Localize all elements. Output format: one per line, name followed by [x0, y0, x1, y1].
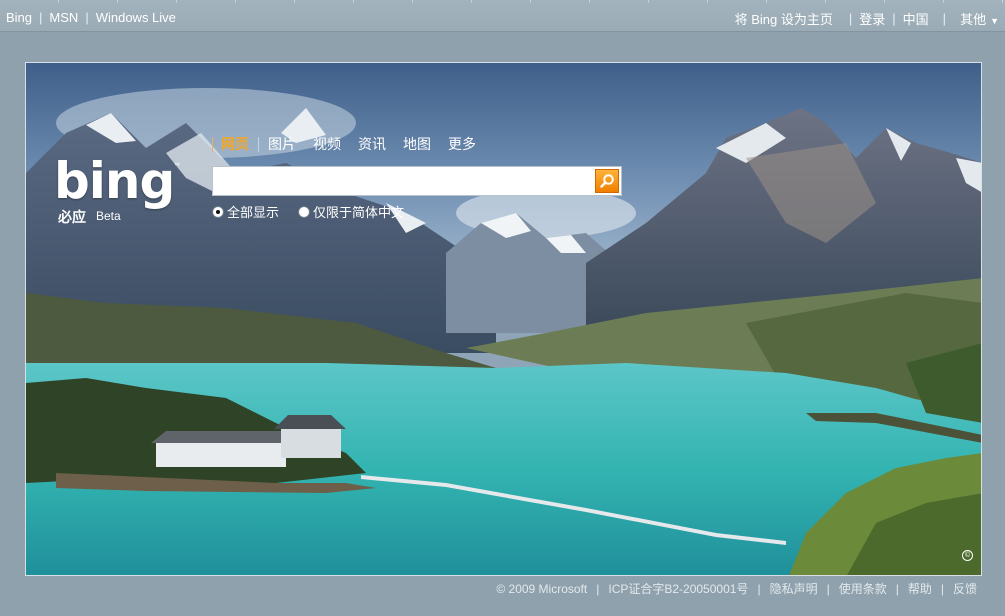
simplified-chinese-label: 仅限于简体中文	[313, 205, 405, 220]
site-links: Bing | MSN | Windows Live	[6, 10, 176, 25]
all-results-option[interactable]: 全部显示	[212, 202, 279, 221]
icp-license-link[interactable]: ICP证合字B2-20050001号	[608, 580, 748, 597]
more-menu[interactable]: 其他 ▼	[960, 9, 999, 28]
divider: |	[826, 581, 830, 596]
tab-videos[interactable]: 视频	[313, 134, 341, 154]
divider: |	[85, 10, 89, 25]
homepage-background-image: bing ™ 必应 Beta 网页 图片 视频 资讯 地图 更多 全部显示 仅限…	[25, 62, 982, 576]
divider	[258, 136, 259, 152]
tab-news[interactable]: 资讯	[358, 134, 386, 154]
divider: |	[942, 11, 947, 26]
divider: |	[940, 581, 944, 596]
divider: |	[596, 581, 600, 596]
feedback-link[interactable]: 反馈	[953, 580, 977, 597]
bing-wordmark: bing	[54, 152, 175, 210]
link-windows-live[interactable]: Windows Live	[96, 10, 176, 25]
divider: |	[39, 10, 43, 25]
search-button[interactable]	[595, 169, 619, 193]
simplified-chinese-radio[interactable]	[298, 205, 311, 218]
tab-images[interactable]: 图片	[268, 134, 296, 154]
bing-chinese-name: 必应	[58, 210, 86, 226]
set-homepage-link[interactable]: 将 Bing 设为主页	[735, 9, 833, 28]
tab-more[interactable]: 更多	[448, 134, 476, 154]
divider: |	[892, 11, 896, 26]
caret-down-icon: ▼	[990, 16, 999, 26]
beta-label: Beta	[96, 209, 121, 223]
all-results-radio[interactable]	[212, 205, 224, 218]
all-results-label: 全部显示	[227, 205, 280, 220]
tab-web[interactable]: 网页	[221, 134, 249, 154]
divider: |	[757, 581, 761, 596]
region-link[interactable]: 中国	[903, 9, 929, 28]
help-link[interactable]: 帮助	[908, 580, 932, 597]
divider: |	[895, 581, 899, 596]
trademark-symbol: ™	[174, 163, 180, 169]
language-filter: 全部显示 仅限于简体中文	[212, 202, 423, 221]
privacy-link[interactable]: 隐私声明	[770, 580, 818, 597]
copyright-text: © 2009 Microsoft	[496, 581, 588, 596]
bing-logo[interactable]: bing ™ 必应 Beta	[54, 152, 184, 226]
account-links: 将 Bing 设为主页 | 登录 | 中国 | 其他 ▼	[735, 9, 999, 28]
divider: |	[848, 11, 853, 26]
tab-maps[interactable]: 地图	[403, 134, 431, 154]
magnifier-icon	[600, 174, 614, 188]
patagonia-landscape-image	[26, 88, 981, 575]
tab-strip-decoration	[0, 0, 1005, 4]
terms-link[interactable]: 使用条款	[839, 580, 887, 597]
link-bing[interactable]: Bing	[6, 10, 32, 25]
top-navigation-bar: Bing | MSN | Windows Live 将 Bing 设为主页 | …	[0, 0, 1005, 32]
divider	[212, 136, 213, 152]
footer: © 2009 Microsoft | ICP证合字B2-20050001号 | …	[496, 580, 977, 597]
link-msn[interactable]: MSN	[49, 10, 78, 25]
search-scope-tabs: 网页 图片 视频 资讯 地图 更多	[212, 134, 493, 154]
image-copyright-icon[interactable]: ©	[962, 550, 973, 561]
search-box	[212, 166, 622, 196]
more-menu-label: 其他	[960, 12, 987, 27]
simplified-chinese-option[interactable]: 仅限于简体中文	[298, 202, 404, 221]
sign-in-link[interactable]: 登录	[859, 9, 885, 28]
search-input[interactable]	[217, 170, 587, 192]
